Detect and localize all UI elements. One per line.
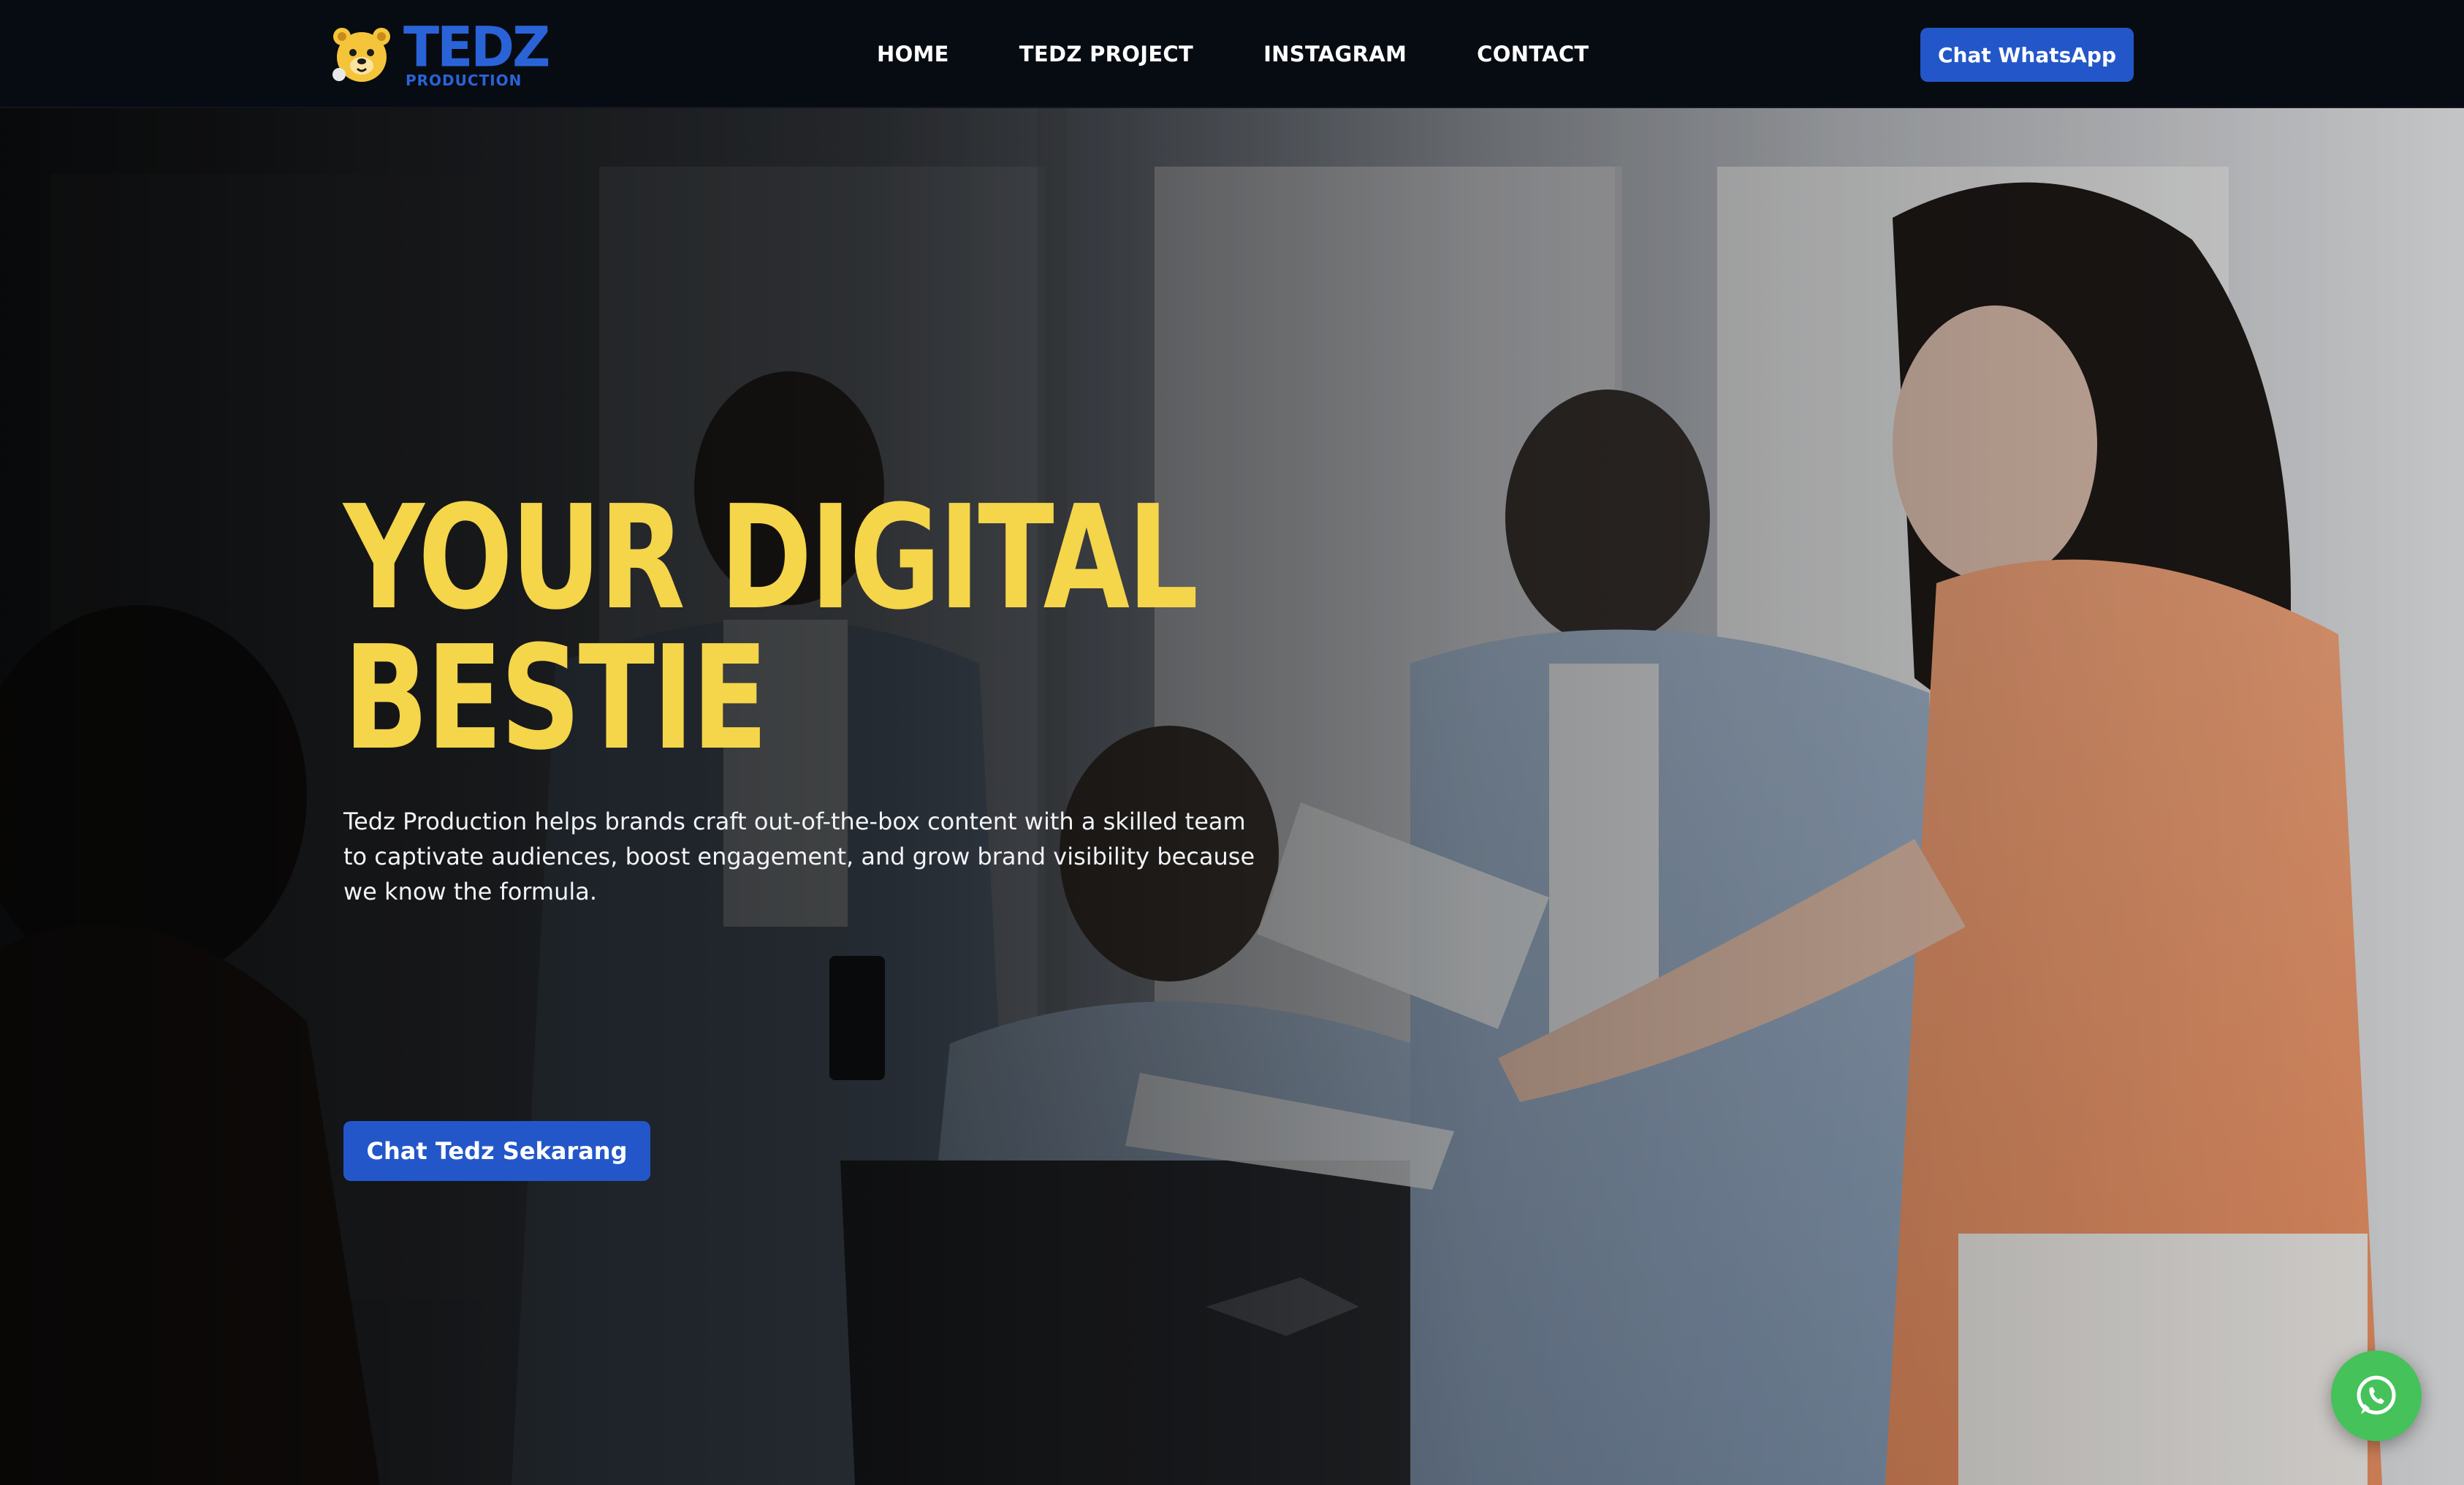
bear-mascot-icon (332, 28, 390, 82)
hero-section: YOUR DIGITAL BESTIE Tedz Production help… (0, 108, 2464, 1485)
hero-title: YOUR DIGITAL BESTIE (343, 475, 1366, 782)
hero-title-line-1: YOUR DIGITAL (343, 475, 1198, 642)
hero-content: YOUR DIGITAL BESTIE Tedz Production help… (343, 475, 1366, 1181)
chat-tedz-sekarang-button[interactable]: Chat Tedz Sekarang (343, 1121, 650, 1181)
page: TEDZ PRODUCTION HOME TEDZ PROJECT INSTAG… (0, 0, 2464, 1485)
nav-contact[interactable]: CONTACT (1477, 42, 1589, 67)
nav-tedz-project[interactable]: TEDZ PROJECT (1019, 42, 1193, 67)
hero-title-line-2: BESTIE (343, 615, 768, 782)
whatsapp-float-button[interactable] (2331, 1351, 2422, 1441)
logo[interactable]: TEDZ PRODUCTION (330, 19, 550, 91)
nav-instagram[interactable]: INSTAGRAM (1263, 42, 1407, 67)
logo-subtitle: PRODUCTION (406, 72, 522, 89)
chat-whatsapp-button[interactable]: Chat WhatsApp (1920, 28, 2134, 82)
navbar: TEDZ PRODUCTION HOME TEDZ PROJECT INSTAG… (0, 0, 2464, 108)
logo-wordmark: TEDZ (403, 14, 550, 80)
main-nav: HOME TEDZ PROJECT INSTAGRAM CONTACT (877, 0, 1659, 108)
hero-description: Tedz Production helps brands craft out-o… (343, 808, 1255, 905)
nav-home[interactable]: HOME (877, 42, 949, 67)
whatsapp-icon (2357, 1375, 2396, 1415)
